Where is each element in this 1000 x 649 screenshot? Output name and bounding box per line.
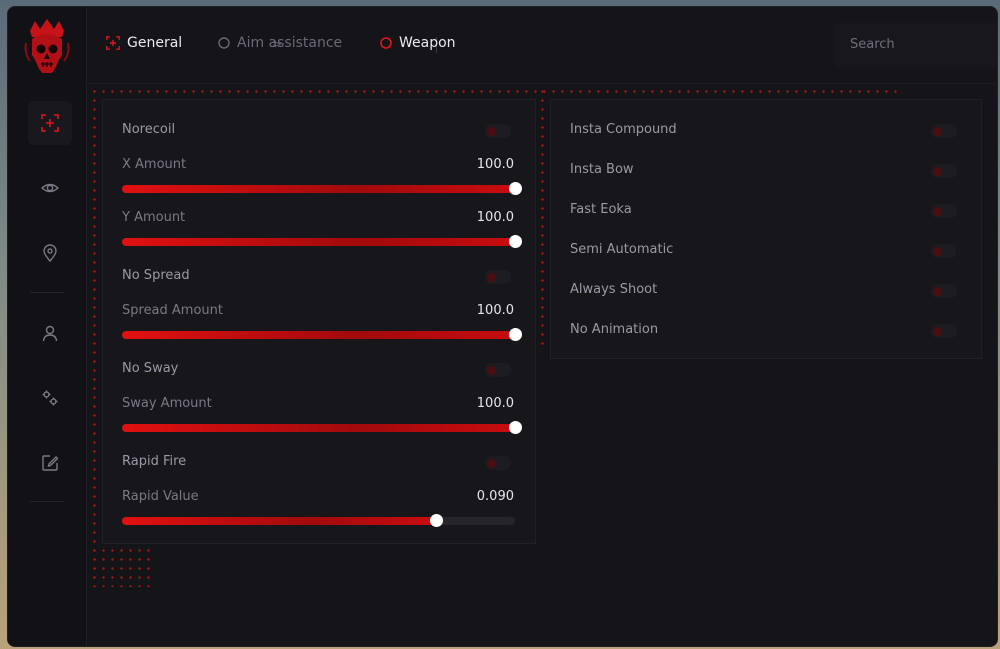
skull-logo-icon (22, 17, 72, 77)
insta-compound-label: Insta Compound (570, 122, 677, 137)
slider-thumb[interactable] (509, 328, 522, 341)
sway-amount-value: 100.0 (476, 396, 514, 411)
y-amount-slider[interactable] (122, 235, 522, 248)
fast-eoka-toggle[interactable] (931, 204, 957, 218)
tab-aim-assistance-label: Aim assistance (237, 35, 343, 51)
spread-amount-slider[interactable] (122, 328, 522, 341)
crosshair-icon (106, 36, 120, 50)
nav-eye-button[interactable] (28, 166, 72, 210)
nav-crosshair-button[interactable] (28, 101, 72, 145)
sidebar-divider (30, 292, 64, 293)
decorative-dots (538, 87, 548, 347)
edit-icon (42, 455, 59, 471)
no-spread-label: No Spread (122, 268, 190, 283)
always-shoot-label: Always Shoot (570, 282, 658, 297)
no-animation-toggle[interactable] (931, 324, 957, 338)
x-amount-slider[interactable] (122, 182, 522, 195)
spread-amount-value: 100.0 (476, 303, 514, 318)
no-spread-toggle[interactable] (485, 270, 511, 284)
tab-general[interactable]: General (106, 35, 182, 51)
circle-icon (218, 37, 230, 49)
always-shoot-toggle[interactable] (931, 284, 957, 298)
rapid-fire-toggle[interactable] (485, 456, 511, 470)
no-sway-label: No Sway (122, 361, 179, 376)
rapid-value-value: 0.090 (476, 489, 514, 504)
sidebar (8, 7, 87, 646)
tab-aim-assistance[interactable]: Aim assistance (218, 35, 342, 51)
no-sway-toggle[interactable] (485, 363, 511, 377)
map-pin-icon (43, 244, 57, 262)
slider-fill (122, 331, 515, 339)
cheat-menu-window: General > Aim assistance Weapon Search «… (7, 6, 998, 647)
user-icon (42, 325, 58, 342)
search-placeholder: Search (850, 37, 895, 52)
rapid-fire-label: Rapid Fire (122, 454, 187, 469)
no-animation-label: No Animation (570, 322, 659, 337)
nav-map-pin-button[interactable] (28, 231, 72, 275)
slider-fill (122, 517, 437, 525)
spread-amount-label: Spread Amount (122, 303, 223, 318)
norecoil-label: Norecoil (122, 122, 176, 137)
insta-compound-toggle[interactable] (931, 124, 957, 138)
top-bar: General > Aim assistance Weapon Search « (86, 7, 997, 84)
decorative-dots (90, 87, 900, 97)
nav-edit-button[interactable] (28, 441, 72, 485)
weapon-options-panel: Insta Compound Insta Bow Fast Eoka Semi … (550, 99, 982, 359)
tab-weapon-label: Weapon (399, 35, 456, 51)
slider-thumb[interactable] (509, 182, 522, 195)
search-input[interactable]: Search « (834, 23, 997, 67)
nav-user-button[interactable] (28, 311, 72, 355)
fast-eoka-label: Fast Eoka (570, 202, 632, 217)
crosshair-icon (41, 114, 59, 132)
rapid-value-label: Rapid Value (122, 489, 199, 504)
decorative-dots (90, 537, 150, 587)
settings-icon (42, 390, 58, 406)
insta-bow-label: Insta Bow (570, 162, 634, 177)
nav-settings-button[interactable] (28, 376, 72, 420)
y-amount-label: Y Amount (122, 210, 186, 225)
rapid-value-slider[interactable] (122, 514, 515, 527)
eye-icon (41, 183, 59, 193)
x-amount-value: 100.0 (476, 157, 514, 172)
y-amount-value: 100.0 (476, 210, 514, 225)
sidebar-divider (30, 501, 64, 502)
slider-thumb[interactable] (509, 235, 522, 248)
x-amount-label: X Amount (122, 157, 187, 172)
norecoil-panel: Norecoil X Amount 100.0 Y Amount 100.0 N… (102, 99, 536, 544)
slider-fill (122, 238, 515, 246)
slider-fill (122, 424, 515, 432)
semi-automatic-toggle[interactable] (931, 244, 957, 258)
decorative-dots (90, 87, 100, 587)
norecoil-toggle[interactable] (485, 124, 511, 138)
sway-amount-label: Sway Amount (122, 396, 212, 411)
slider-fill (122, 185, 515, 193)
tab-general-label: General (127, 35, 183, 51)
semi-automatic-label: Semi Automatic (570, 242, 674, 257)
sway-amount-slider[interactable] (122, 421, 522, 434)
tab-weapon[interactable]: Weapon (380, 35, 456, 51)
circle-icon (380, 37, 392, 49)
slider-thumb[interactable] (430, 514, 444, 527)
slider-thumb[interactable] (509, 421, 522, 434)
insta-bow-toggle[interactable] (931, 164, 957, 178)
